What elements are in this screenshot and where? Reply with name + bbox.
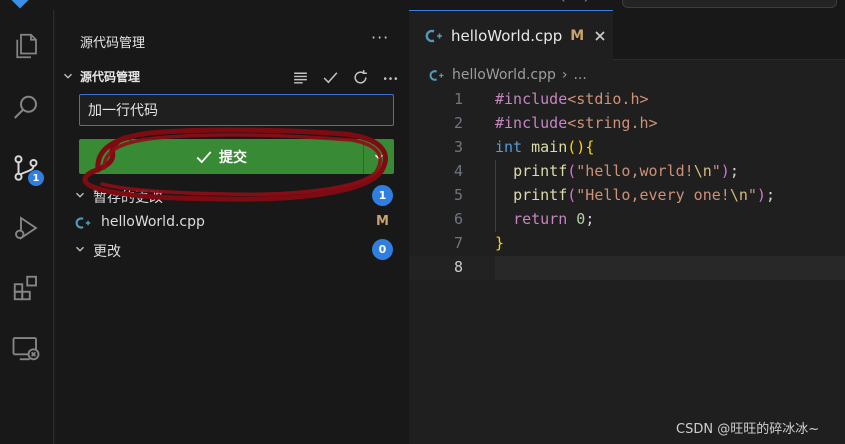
line-number: 4 xyxy=(453,162,463,180)
source-control-section-header[interactable]: 源代码管理 xyxy=(55,66,409,90)
source-control-badge: 1 xyxy=(28,170,44,186)
search-icon[interactable] xyxy=(8,90,44,126)
section-title: 源代码管理 xyxy=(80,70,141,84)
code-line: 4 printf("hello,world!\n"); xyxy=(409,160,845,184)
vscode-logo-icon xyxy=(11,0,29,9)
cpp-file-icon xyxy=(425,29,442,42)
line-number: 3 xyxy=(453,138,463,156)
staged-changes-group[interactable]: 暂存的更改 1 xyxy=(55,183,409,209)
remote-explorer-icon[interactable] xyxy=(8,330,44,366)
line-number: 7 xyxy=(453,234,463,252)
code-text: int main(){ xyxy=(495,138,595,156)
code-text: #include<string.h> xyxy=(495,114,658,132)
line-number: 2 xyxy=(453,114,463,132)
commit-button-label: 提交 xyxy=(219,149,247,166)
extensions-icon[interactable] xyxy=(8,270,44,306)
editor-tab-bar: helloWorld.cpp M xyxy=(409,10,845,60)
chevron-down-icon xyxy=(76,246,84,252)
chevron-down-icon xyxy=(64,73,72,79)
breadcrumb-file[interactable]: helloWorld.cpp xyxy=(452,67,556,83)
code-line: 2 #include<string.h> xyxy=(409,112,845,136)
cpp-file-icon xyxy=(429,69,444,81)
breadcrumb-more[interactable]: ... xyxy=(573,67,586,83)
menu-bar: ‹› xyxy=(0,0,845,10)
commit-message-input[interactable] xyxy=(79,94,394,126)
tab-label: helloWorld.cpp xyxy=(451,26,563,45)
breadcrumb[interactable]: helloWorld.cpp › ... xyxy=(429,65,587,85)
chevron-down-icon xyxy=(375,154,383,160)
current-line-highlight xyxy=(495,256,845,280)
code-line: 1 #include<stdio.h> xyxy=(409,88,845,112)
code-text: } xyxy=(495,234,505,252)
activity-bar: 1 xyxy=(0,10,54,444)
breadcrumb-separator-icon: › xyxy=(561,67,568,83)
list-view-icon[interactable] xyxy=(289,66,311,88)
commit-button[interactable]: 提交 xyxy=(79,139,363,174)
nav-arrows-icon[interactable]: ‹› xyxy=(560,0,607,7)
more-icon[interactable] xyxy=(379,66,401,88)
line-number: 6 xyxy=(453,210,463,228)
chevron-down-icon xyxy=(76,192,84,198)
group-label: 更改 xyxy=(93,244,121,260)
sidebar-title: 源代码管理 xyxy=(80,36,146,51)
watermark: CSDN @旺旺的碎冰冰~ xyxy=(676,422,820,437)
close-icon[interactable] xyxy=(593,29,607,43)
code-text: return 0; xyxy=(513,210,595,228)
command-center[interactable] xyxy=(622,0,837,8)
file-name: helloWorld.cpp xyxy=(101,214,205,230)
refresh-icon[interactable] xyxy=(349,66,371,88)
code-line: 6 return 0; xyxy=(409,208,845,232)
code-text: #include<stdio.h> xyxy=(495,90,649,108)
check-icon[interactable] xyxy=(319,66,341,88)
line-number: 8 xyxy=(453,258,463,276)
code-text: printf("hello,world!\n"); xyxy=(513,162,739,180)
line-number: 1 xyxy=(453,90,463,108)
group-label: 暂存的更改 xyxy=(93,190,163,206)
current-code-line: 8 xyxy=(409,256,845,280)
source-control-icon[interactable]: 1 xyxy=(8,150,44,186)
run-debug-icon[interactable] xyxy=(8,210,44,246)
staged-file-row[interactable]: helloWorld.cpp M xyxy=(55,210,409,236)
explorer-icon[interactable] xyxy=(8,28,44,64)
code-text: printf("Hello,every one!\n"); xyxy=(513,186,775,204)
code-line: 5 printf("Hello,every one!\n"); xyxy=(409,184,845,208)
modified-badge: M xyxy=(376,214,389,229)
code-line: 3 int main(){ xyxy=(409,136,845,160)
count-badge: 1 xyxy=(372,185,393,206)
modified-indicator: M xyxy=(570,27,585,44)
source-control-sidebar: 源代码管理 ··· 源代码管理 提交 暂存的更改 1 helloWorld.cp… xyxy=(55,10,409,444)
commit-dropdown-button[interactable] xyxy=(363,139,394,174)
editor-area: helloWorld.cpp M helloWorld.cpp › ... 1 … xyxy=(409,10,845,444)
cpp-file-icon xyxy=(75,217,91,229)
changes-group[interactable]: 更改 0 xyxy=(55,237,409,263)
code-line: 7 } xyxy=(409,232,845,256)
line-number: 5 xyxy=(453,186,463,204)
sidebar-more-icon[interactable]: ··· xyxy=(371,28,389,47)
tab-helloworld-cpp[interactable]: helloWorld.cpp M xyxy=(409,10,613,60)
check-icon xyxy=(196,150,212,163)
count-badge: 0 xyxy=(372,239,393,260)
